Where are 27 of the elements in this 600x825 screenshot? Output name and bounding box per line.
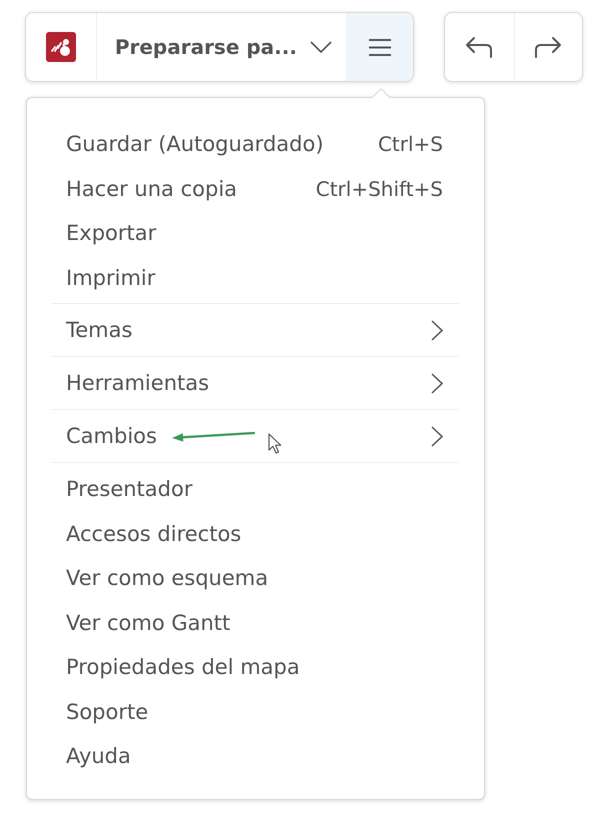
menu-button[interactable] [346, 13, 413, 81]
menu-item[interactable]: Ayuda [27, 734, 484, 778]
menu-item[interactable]: Imprimir [27, 256, 484, 300]
menu-item[interactable]: Guardar (Autoguardado) Ctrl+S [27, 122, 484, 166]
menu-item[interactable]: Ver como esquema [27, 556, 484, 600]
menu-item[interactable]: Ver como Gantt [27, 600, 484, 645]
map-title-dropdown[interactable]: Prepararse pa... [96, 13, 346, 81]
menu-item[interactable]: Hacer una copia Ctrl+Shift+S [27, 166, 484, 211]
chevron-right-icon [431, 426, 443, 446]
app-logo-icon[interactable] [46, 32, 76, 62]
undo-icon [465, 36, 494, 58]
menu-item[interactable]: Cambios [27, 410, 484, 462]
redo-icon [534, 36, 562, 58]
menu-item[interactable]: Presentador [27, 467, 484, 512]
menu-icon [368, 38, 391, 56]
mouse-cursor-icon [268, 433, 283, 454]
menu-item[interactable]: Exportar [27, 211, 484, 256]
keyboard-shortcut: Ctrl+S [378, 132, 443, 156]
chevron-right-icon [431, 320, 443, 340]
menu-item[interactable]: Accesos directos [27, 512, 484, 556]
menu-item[interactable]: Propiedades del mapa [27, 645, 484, 690]
menu-item[interactable]: Herramientas [27, 357, 484, 409]
chevron-right-icon [431, 372, 443, 394]
chevron-down-icon [310, 41, 332, 53]
menu-item[interactable]: Soporte [27, 690, 484, 734]
keyboard-shortcut: Ctrl+Shift+S [316, 176, 443, 201]
menu-item[interactable]: Temas [27, 304, 484, 356]
